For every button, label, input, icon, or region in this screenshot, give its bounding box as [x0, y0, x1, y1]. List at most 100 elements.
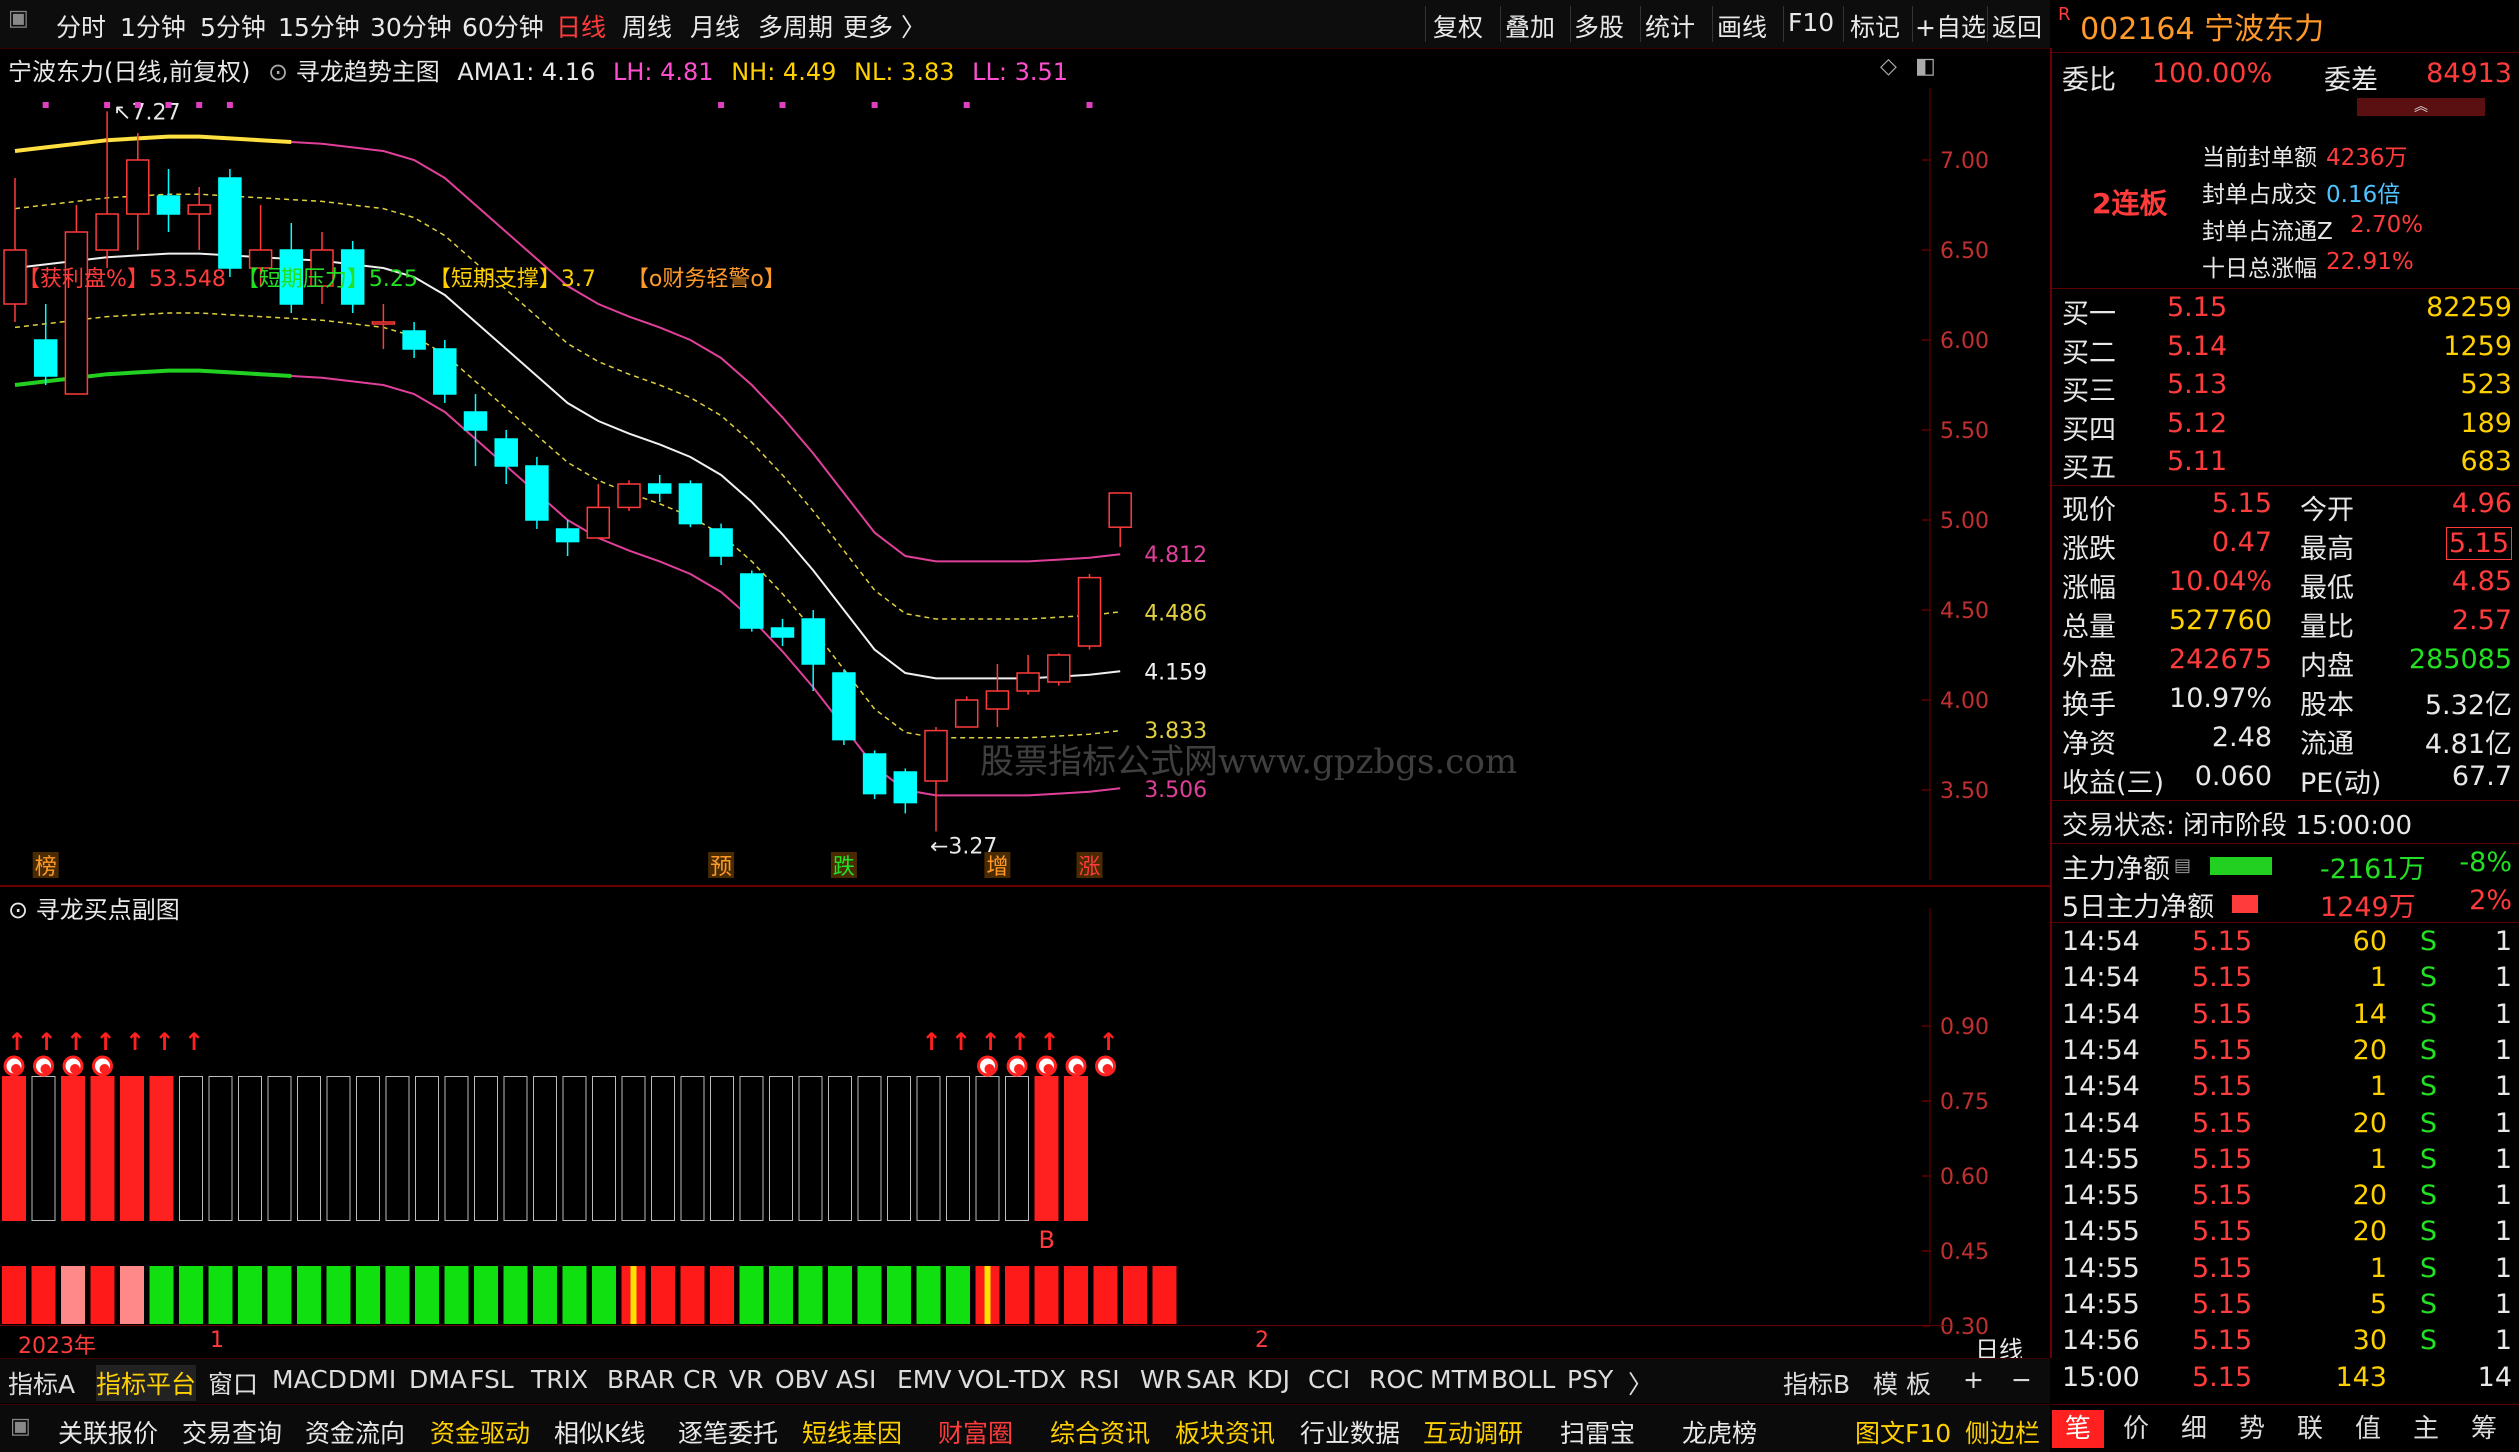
seal-label: 封单占流通Z [2202, 219, 2333, 245]
tick-row: 14:55 5.15 1 S 1 [2062, 1144, 2512, 1182]
signal-bar-empty [208, 1076, 233, 1221]
quote-tab-2[interactable]: 细 [2168, 1410, 2220, 1448]
function-tab-11[interactable]: 互动调研 [1423, 1414, 1523, 1450]
mark-button[interactable]: 标记 [1850, 8, 1900, 44]
indicator-tab-20[interactable]: ROC [1369, 1365, 1424, 1394]
period-5min[interactable]: 5分钟 [200, 8, 266, 44]
indicator-tab-1[interactable]: 指标平台 [96, 1365, 197, 1401]
menu-icon[interactable]: ▣ [10, 1414, 31, 1439]
period-1min[interactable]: 1分钟 [120, 8, 186, 44]
indicator-tab-0[interactable]: 指标A [8, 1365, 75, 1401]
wc-value: 84913 [2426, 58, 2512, 89]
period-15min[interactable]: 15分钟 [278, 8, 360, 44]
indicator-tab-5[interactable]: DMA [409, 1365, 467, 1394]
indicator-right-tab-2[interactable]: + [1963, 1365, 1984, 1394]
indicator-tab-21[interactable]: MTM [1430, 1365, 1488, 1394]
adjust-button[interactable]: 复权 [1433, 8, 1483, 44]
indicator-tab-19[interactable]: CCI [1308, 1365, 1350, 1394]
indicator-tab-14[interactable]: VOL-TDX [958, 1365, 1066, 1394]
quote-tab-4[interactable]: 联 [2284, 1410, 2336, 1448]
stat-value: 2.57 [2451, 605, 2512, 636]
indicator-tab-4[interactable]: DMI [348, 1365, 396, 1394]
add-watchlist-button[interactable]: +自选 [1915, 8, 1986, 44]
function-tab-13[interactable]: 龙虎榜 [1682, 1414, 1757, 1450]
bid-row[interactable]: 买三 5.13 523 [2062, 369, 2512, 407]
period-30min[interactable]: 30分钟 [370, 8, 452, 44]
indicator-tab-16[interactable]: WR [1140, 1365, 1182, 1394]
indicator-right-tab-1[interactable]: 模 板 [1873, 1365, 1931, 1401]
main5-flow-row[interactable]: 5日主力净额 1249万 2% [2062, 885, 2512, 923]
quote-tab-5[interactable]: 值 [2342, 1410, 2394, 1448]
main-flow-row[interactable]: 主力净额 ▤ -2161万 -8% [2062, 847, 2512, 885]
quote-tab-0[interactable]: 笔 [2052, 1410, 2104, 1448]
indicator-tab-6[interactable]: FSL [470, 1365, 514, 1394]
indicator-tab-15[interactable]: RSI [1079, 1365, 1120, 1394]
indicator-tab-9[interactable]: CR [683, 1365, 718, 1394]
indicator-tab-12[interactable]: ASI [836, 1365, 876, 1394]
tick-side: S [2419, 1180, 2437, 1212]
main-flow-label: 主力净额 [2062, 854, 2170, 885]
bid-row[interactable]: 买一 5.15 82259 [2062, 292, 2512, 330]
indicator-tab-13[interactable]: EMV [897, 1365, 951, 1394]
period-multi[interactable]: 多周期 [758, 8, 833, 44]
annotation-resistance: 【短期压力】5.25 [236, 267, 418, 292]
function-tab-12[interactable]: 扫雷宝 [1560, 1414, 1635, 1450]
stat-row: 收益(三) 0.060 PE(动) 67.7 [2062, 761, 2512, 799]
sub-indicator-chart[interactable]: 0.900.750.600.450.30B↑ ↑ ↑ ↑ ↑ ↑ ↑ ↑ ↑ ↑ ↑ ↑ ↑ [0, 888, 2050, 1358]
function-tab-2[interactable]: 资金流向 [305, 1414, 405, 1450]
indicator-tab-10[interactable]: VR [729, 1365, 763, 1394]
function-tab-9[interactable]: 板块资讯 [1175, 1414, 1275, 1450]
indicator-tab-3[interactable]: MACD [272, 1365, 347, 1394]
bottom-signal-bar [828, 1266, 852, 1324]
indicator-tab-24[interactable]: 〉 [1628, 1365, 1653, 1401]
function-tab-6[interactable]: 短线基因 [802, 1414, 902, 1450]
function-tab-7[interactable]: 财富圈 [938, 1414, 1013, 1450]
indicator-right-tab-3[interactable]: − [2011, 1365, 2032, 1394]
quote-tab-3[interactable]: 势 [2226, 1410, 2278, 1448]
signal-bar-empty [621, 1076, 646, 1221]
indicator-tab-2[interactable]: 窗口 [208, 1365, 258, 1401]
function-tab-14[interactable]: 图文F10 [1855, 1414, 1951, 1450]
highlight-stripe [630, 1266, 637, 1324]
multi-stock-button[interactable]: 多股 [1574, 8, 1624, 44]
function-tab-3[interactable]: 资金驱动 [430, 1414, 530, 1450]
period-week[interactable]: 周线 [622, 8, 672, 44]
indicator-tab-18[interactable]: KDJ [1247, 1365, 1290, 1394]
period-60min[interactable]: 60分钟 [462, 8, 544, 44]
period-month[interactable]: 月线 [690, 8, 740, 44]
indicator-tab-8[interactable]: BRAR [607, 1365, 675, 1394]
indicator-right-tab-0[interactable]: 指标B [1783, 1365, 1850, 1401]
function-tab-10[interactable]: 行业数据 [1300, 1414, 1400, 1450]
indicator-tab-7[interactable]: TRIX [531, 1365, 588, 1394]
function-tab-8[interactable]: 综合资讯 [1050, 1414, 1150, 1450]
period-day[interactable]: 日线 [556, 8, 606, 44]
collapse-toggle-icon[interactable]: ︽ [2357, 98, 2485, 116]
bottom-signal-bar [1005, 1266, 1029, 1324]
indicator-tab-22[interactable]: BOLL [1491, 1365, 1555, 1394]
bid-row[interactable]: 买四 5.12 189 [2062, 408, 2512, 446]
statistics-button[interactable]: 统计 [1645, 8, 1695, 44]
quote-tab-7[interactable]: 筹 [2458, 1410, 2510, 1448]
overlay-button[interactable]: 叠加 [1505, 8, 1555, 44]
indicator-tab-11[interactable]: OBV [775, 1365, 828, 1394]
window-menu-icon[interactable]: ▣ [8, 6, 29, 31]
period-fenshi[interactable]: 分时 [56, 8, 106, 44]
function-tab-4[interactable]: 相似K线 [554, 1414, 645, 1450]
draw-line-button[interactable]: 画线 [1717, 8, 1767, 44]
bid-row[interactable]: 买二 5.14 1259 [2062, 331, 2512, 369]
f10-button[interactable]: F10 [1788, 8, 1834, 37]
back-button[interactable]: 返回 [1992, 8, 2042, 44]
quote-tab-6[interactable]: 主 [2400, 1410, 2452, 1448]
signal-bar-empty [710, 1076, 734, 1221]
period-more[interactable]: 更多 〉 [843, 8, 926, 44]
bid-row[interactable]: 买五 5.11 683 [2062, 446, 2512, 484]
function-tab-5[interactable]: 逐笔委托 [678, 1414, 778, 1450]
quote-tab-1[interactable]: 价 [2110, 1410, 2162, 1448]
function-tab-0[interactable]: 关联报价 [58, 1414, 158, 1450]
indicator-tab-23[interactable]: PSY [1567, 1365, 1613, 1394]
function-tab-1[interactable]: 交易查询 [182, 1414, 282, 1450]
bid-price: 5.11 [2167, 446, 2228, 477]
indicator-tab-17[interactable]: SAR [1186, 1365, 1237, 1394]
tick-volume: 20 [2352, 1180, 2387, 1212]
function-tab-15[interactable]: 侧边栏 [1965, 1414, 2040, 1450]
